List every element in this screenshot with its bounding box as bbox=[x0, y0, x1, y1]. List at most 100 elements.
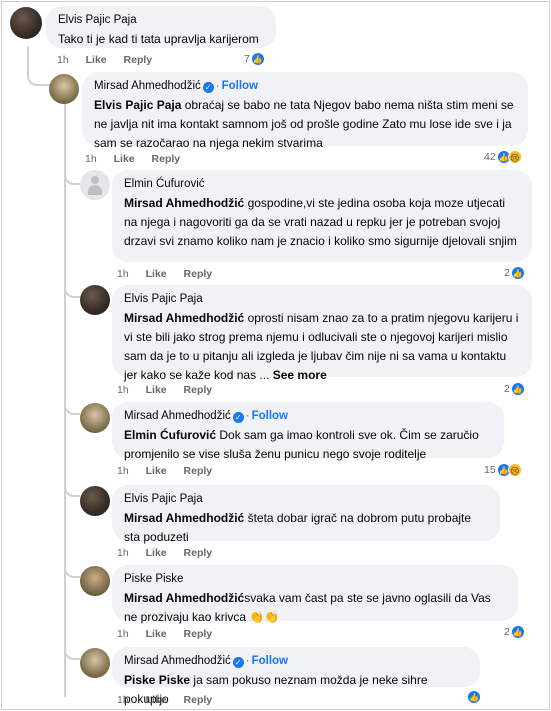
comment-bubble: Mirsad Ahmedhodžić ✓ · Follow Elvis Pajic P… bbox=[82, 72, 528, 150]
comment-bubble: Elvis Pajic Paja Tako ti je kad ti tata … bbox=[46, 6, 276, 48]
comment-actions: 1h Like Reply bbox=[117, 465, 226, 477]
comment-text: Elmin Ćufurović Dok sam ga imao kontroli… bbox=[124, 428, 479, 461]
follow-button[interactable]: Follow bbox=[252, 655, 288, 667]
timestamp[interactable]: 1h bbox=[117, 268, 129, 280]
follow-button[interactable]: Follow bbox=[252, 410, 288, 422]
avatar[interactable] bbox=[49, 74, 79, 104]
verified-badge-icon: ✓ bbox=[232, 412, 244, 423]
like-icon: 👍 bbox=[250, 52, 265, 66]
author-name[interactable]: Mirsad Ahmedhodžić bbox=[124, 410, 231, 422]
reply-button[interactable]: Reply bbox=[184, 628, 213, 640]
follow-button[interactable]: Follow bbox=[222, 80, 258, 92]
timestamp[interactable]: 1h bbox=[117, 465, 129, 477]
like-button[interactable]: Like bbox=[146, 465, 167, 477]
reaction-count[interactable]: 7 👍 bbox=[244, 52, 265, 66]
like-button[interactable]: Like bbox=[114, 153, 135, 165]
thread-connector bbox=[27, 54, 53, 86]
like-icon: 👍 bbox=[510, 382, 525, 396]
reaction-count[interactable]: 42 👍 😢 bbox=[484, 150, 522, 164]
comment-bubble: Elvis Pajic Paja Mirsad Ahmedhodžić opro… bbox=[112, 285, 532, 382]
thread-connector bbox=[64, 397, 80, 415]
avatar[interactable] bbox=[80, 403, 110, 433]
sad-icon: 😢 bbox=[507, 463, 522, 477]
author-name[interactable]: Elvis Pajic Paja bbox=[124, 493, 203, 505]
comment-bubble: Elvis Pajic Paja Mirsad Ahmedhodžić štet… bbox=[112, 485, 500, 544]
reaction-count[interactable]: 2 👍 bbox=[504, 382, 525, 396]
avatar[interactable] bbox=[80, 170, 110, 200]
mention-link[interactable]: Mirsad Ahmedhodžić bbox=[124, 196, 244, 210]
author-name[interactable]: Elvis Pajic Paja bbox=[124, 293, 203, 305]
reaction-count[interactable]: 👍 bbox=[466, 690, 481, 704]
thread-connector bbox=[64, 642, 80, 660]
comment-actions: 1h Like Reply bbox=[117, 547, 226, 559]
comment-actions: 1h Like Reply bbox=[57, 54, 166, 66]
thread-connector bbox=[64, 167, 80, 185]
like-button[interactable]: Like bbox=[146, 384, 167, 396]
like-icon: 👍 bbox=[467, 690, 481, 704]
verified-badge-icon: ✓ bbox=[232, 657, 244, 668]
reply-button[interactable]: Reply bbox=[184, 384, 213, 396]
reaction-count[interactable]: 2 👍 bbox=[504, 266, 525, 280]
see-more-link[interactable]: See more bbox=[273, 368, 327, 382]
mention-link[interactable]: Piske Piske bbox=[124, 673, 190, 687]
mention-link[interactable]: Mirsad Ahmedhodžić bbox=[124, 511, 244, 525]
like-button[interactable]: Like bbox=[146, 268, 167, 280]
reply-button[interactable]: Reply bbox=[124, 54, 153, 66]
reaction-count[interactable]: 2 👍 bbox=[504, 625, 525, 639]
comment-text: Elvis Pajic Paja obraćaj se babo ne tata… bbox=[94, 98, 514, 150]
reply-button[interactable]: Reply bbox=[184, 547, 213, 559]
thread-connector bbox=[64, 479, 80, 497]
mention-link[interactable]: Mirsad Ahmedhodžić bbox=[124, 591, 244, 605]
timestamp[interactable]: 1h bbox=[117, 547, 129, 559]
like-button[interactable]: Like bbox=[86, 54, 107, 66]
timestamp[interactable]: 1h bbox=[117, 384, 129, 396]
avatar[interactable] bbox=[80, 648, 110, 678]
thread-connector bbox=[64, 280, 80, 298]
comment-text: Mirsad Ahmedhodžić oprosti nisam znao za… bbox=[124, 311, 519, 382]
reply-button[interactable]: Reply bbox=[184, 268, 213, 280]
comment-bubble: Piske Piske Mirsad Ahmedhodžićsvaka vam … bbox=[112, 565, 518, 624]
timestamp[interactable]: 1h bbox=[117, 628, 129, 640]
comment-text: Mirsad Ahmedhodžić gospodine,vi ste jedi… bbox=[124, 196, 517, 248]
mention-link[interactable]: Elmin Ćufurović bbox=[124, 428, 216, 442]
like-button[interactable]: Like bbox=[146, 694, 167, 706]
comment-actions: 1h Like Reply bbox=[117, 628, 226, 640]
avatar[interactable] bbox=[80, 285, 110, 315]
reply-button[interactable]: Reply bbox=[152, 153, 181, 165]
reply-button[interactable]: Reply bbox=[184, 694, 213, 706]
timestamp[interactable]: 1h bbox=[85, 153, 97, 165]
mention-link[interactable]: Elvis Pajic Paja bbox=[94, 98, 181, 112]
comment-text: Mirsad Ahmedhodžićsvaka vam čast pa ste … bbox=[124, 591, 491, 624]
avatar[interactable] bbox=[80, 486, 110, 516]
mention-link[interactable]: Mirsad Ahmedhodžić bbox=[124, 311, 244, 325]
author-name[interactable]: Mirsad Ahmedhodžić bbox=[124, 655, 231, 667]
comment-thread: Elvis Pajic Paja Tako ti je kad ti tata … bbox=[1, 1, 550, 710]
comment-actions: 1h Like Reply bbox=[117, 384, 226, 396]
reaction-count[interactable]: 15 👍 😢 bbox=[484, 463, 522, 477]
comment-text: Mirsad Ahmedhodžić šteta dobar igrač na … bbox=[124, 511, 472, 544]
default-user-icon bbox=[88, 176, 102, 196]
comment-bubble: Mirsad Ahmedhodžić ✓ · Follow Elmin Ćufurov… bbox=[112, 402, 504, 461]
comment-text: Tako ti je kad ti tata upravlja karijero… bbox=[58, 32, 259, 46]
verified-badge-icon: ✓ bbox=[202, 82, 214, 93]
author-name[interactable]: Mirsad Ahmedhodžić bbox=[94, 80, 201, 92]
author-name[interactable]: Elmin Ćufurović bbox=[124, 178, 205, 190]
comment-bubble: Elmin Ćufurović Mirsad Ahmedhodžić gospo… bbox=[112, 170, 532, 262]
comment-actions: 1h Like Reply bbox=[117, 694, 226, 706]
like-button[interactable]: Like bbox=[146, 547, 167, 559]
comment-actions: 1h Like Reply bbox=[117, 268, 226, 280]
avatar[interactable] bbox=[80, 566, 110, 596]
comment-bubble: Mirsad Ahmedhodžić ✓ · Follow Piske Piske j… bbox=[112, 647, 480, 706]
like-button[interactable]: Like bbox=[146, 628, 167, 640]
comment-actions: 1h Like Reply bbox=[85, 153, 194, 165]
author-name[interactable]: Piske Piske bbox=[124, 573, 183, 585]
author-name[interactable]: Elvis Pajic Paja bbox=[58, 14, 137, 26]
like-icon: 👍 bbox=[510, 625, 525, 639]
sad-icon: 😢 bbox=[507, 150, 522, 164]
timestamp[interactable]: 1h bbox=[57, 54, 69, 66]
reply-button[interactable]: Reply bbox=[184, 465, 213, 477]
like-icon: 👍 bbox=[510, 266, 525, 280]
avatar[interactable] bbox=[10, 7, 42, 39]
timestamp[interactable]: 1h bbox=[117, 694, 129, 706]
thread-connector bbox=[64, 560, 80, 578]
